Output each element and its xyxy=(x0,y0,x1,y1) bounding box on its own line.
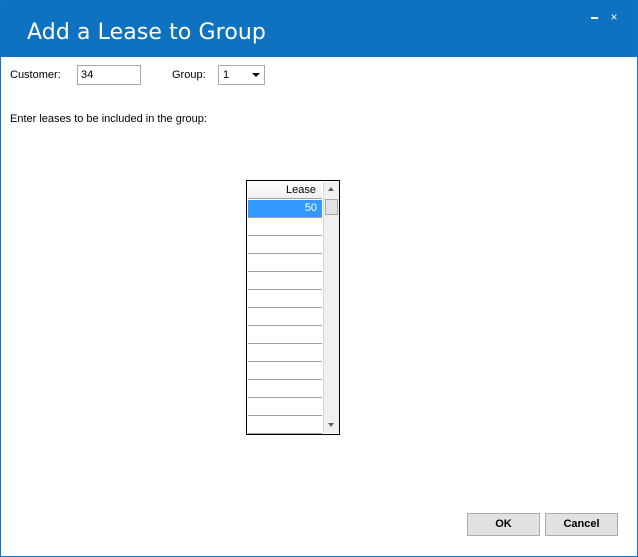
group-dropdown[interactable]: 1 xyxy=(218,65,265,85)
grid-vertical-scrollbar[interactable] xyxy=(323,182,339,433)
table-row[interactable] xyxy=(248,218,322,236)
customer-input[interactable] xyxy=(77,65,141,85)
scroll-up-button[interactable] xyxy=(324,182,340,198)
table-row[interactable] xyxy=(248,272,322,290)
scroll-thumb[interactable] xyxy=(325,199,338,215)
table-row[interactable]: 50 xyxy=(248,200,322,218)
instruction-text: Enter leases to be included in the group… xyxy=(10,113,207,125)
scroll-down-button[interactable] xyxy=(324,417,340,433)
minimize-button[interactable] xyxy=(585,9,605,25)
cancel-button[interactable]: Cancel xyxy=(545,513,618,536)
lease-column-header[interactable]: Lease xyxy=(248,182,322,199)
table-row[interactable] xyxy=(248,398,322,416)
dialog-title: Add a Lease to Group xyxy=(27,20,266,45)
chevron-down-icon xyxy=(252,73,260,77)
ok-button[interactable]: OK xyxy=(467,513,540,536)
table-row[interactable] xyxy=(248,308,322,326)
customer-label: Customer: xyxy=(10,69,61,81)
lease-grid-rows: 50 xyxy=(248,200,322,434)
title-bar: Add a Lease to Group × xyxy=(1,1,637,57)
table-row[interactable] xyxy=(248,326,322,344)
group-dropdown-value: 1 xyxy=(223,69,230,81)
lease-grid[interactable]: Lease 50 xyxy=(246,180,340,435)
table-row[interactable] xyxy=(248,344,322,362)
table-row[interactable] xyxy=(248,380,322,398)
table-row[interactable] xyxy=(248,254,322,272)
group-label: Group: xyxy=(172,69,206,81)
table-row[interactable] xyxy=(248,362,322,380)
table-row[interactable] xyxy=(248,416,322,434)
close-button[interactable]: × xyxy=(604,9,624,25)
table-row[interactable] xyxy=(248,236,322,254)
scroll-down-arrow-icon xyxy=(328,423,334,427)
minimize-icon xyxy=(591,17,598,19)
table-row[interactable] xyxy=(248,290,322,308)
close-icon: × xyxy=(610,10,618,24)
scroll-up-arrow-icon xyxy=(328,187,334,191)
dialog-window: Add a Lease to Group × Customer: Group: … xyxy=(0,0,638,557)
